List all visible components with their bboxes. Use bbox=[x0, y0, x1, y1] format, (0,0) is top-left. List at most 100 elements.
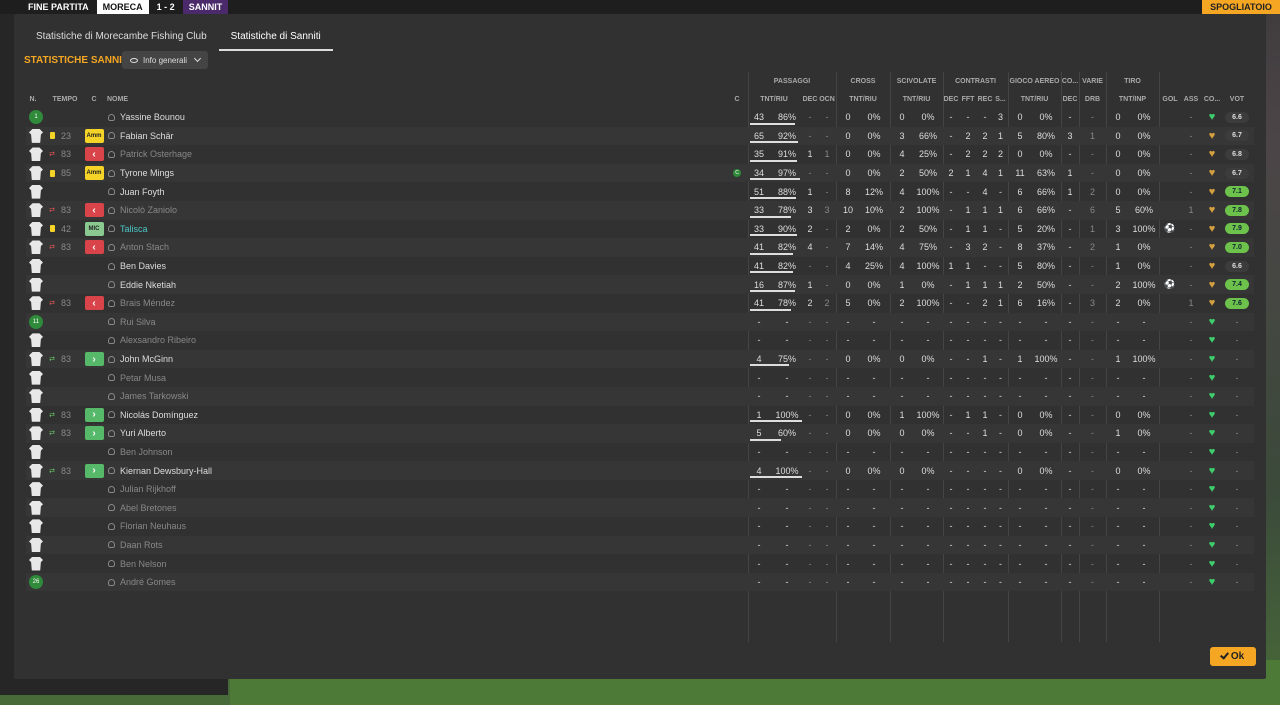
player-name[interactable]: Ben Johnson bbox=[120, 447, 173, 457]
player-row[interactable]: Julian Rijkhoff - - - - - - - - - - - - - - - - - - - ♥ - bbox=[26, 480, 1254, 499]
captain-cell bbox=[730, 406, 744, 425]
col-n[interactable]: N. bbox=[26, 90, 40, 108]
player-name[interactable]: Patrick Osterhage bbox=[120, 149, 192, 159]
player-name[interactable]: Yassine Bounou bbox=[120, 112, 185, 122]
player-row[interactable]: ⇄ 83 › Kiernan Dewsbury-Hall 4 100% - -0 0% 0 0% - -… bbox=[26, 461, 1254, 480]
player-name[interactable]: Talisca bbox=[120, 224, 148, 234]
dressing-room-button[interactable]: SPOGLIATOIO bbox=[1202, 0, 1280, 14]
col-cross-tnt-riu[interactable]: TNT/RIU bbox=[836, 90, 890, 108]
co-dec: 3 bbox=[1067, 130, 1073, 141]
player-name[interactable]: Yuri Alberto bbox=[120, 428, 166, 438]
col-drb[interactable]: DRB bbox=[1079, 90, 1106, 108]
col-vot[interactable]: VOT bbox=[1223, 90, 1251, 108]
tab-away-stats[interactable]: Statistiche di Sanniti bbox=[218, 24, 333, 51]
pass-completion-bar bbox=[750, 438, 782, 441]
player-row[interactable]: Ben Nelson - - - - - - - - - - - - - - - - - - - ♥ - bbox=[26, 554, 1254, 573]
dribbles: 2 bbox=[1089, 242, 1095, 253]
player-name[interactable]: Anton Stach bbox=[120, 242, 169, 252]
col-gol[interactable]: GOL bbox=[1159, 90, 1181, 108]
player-name[interactable]: Nicolò Zaniolo bbox=[120, 205, 177, 215]
col-captain[interactable]: C bbox=[730, 90, 744, 108]
col-aer-tnt-riu[interactable]: TNT/RIU bbox=[1008, 90, 1061, 108]
ok-button[interactable]: Ok bbox=[1210, 647, 1256, 666]
player-row[interactable]: ⇄ 83 ‹ Anton Stach 41 82% 4-7 14% 4 75% -3 2-8 37% -2… bbox=[26, 238, 1254, 257]
con-s: 1 bbox=[997, 205, 1003, 216]
player-name[interactable]: Juan Foyth bbox=[120, 187, 165, 197]
col-co-dec[interactable]: DEC bbox=[1061, 90, 1079, 108]
player-row[interactable]: Alexsandro Ribeiro - - - - - - - - - - - - - - - - - - - ♥ - bbox=[26, 331, 1254, 350]
player-row[interactable]: ⇄ 83 ‹ Patrick Osterhage 35 91% 1 1 0 0% 4 25% -2 2 2 0… bbox=[26, 145, 1254, 164]
tab-home-stats[interactable]: Statistiche di Morecambe Fishing Club bbox=[24, 24, 219, 51]
player-name[interactable]: Ben Davies bbox=[120, 261, 166, 271]
player-name[interactable]: Daan Rots bbox=[120, 540, 163, 550]
cross-attempted: - bbox=[846, 577, 850, 588]
minute-cell: 85 bbox=[60, 168, 71, 179]
player-name[interactable]: Ben Nelson bbox=[120, 559, 167, 569]
player-row[interactable]: Abel Bretones - - - - - - - - - - - - - - - - - - - ♥ - bbox=[26, 498, 1254, 518]
player-row[interactable]: ⇄ 83 › Nicolás Domínguez 1 100% - -0 0% 1 100% -1 1-… bbox=[26, 406, 1254, 425]
player-row[interactable]: 85 Amm Tyrone Mings C 34 97% - -0 0% 2 50% 2 1 4 1 11 63… bbox=[26, 163, 1254, 183]
dribbles: - bbox=[1091, 391, 1094, 402]
player-row[interactable]: 23 Amm Fabian Schär 65 92% - -0 0% 3 66% -2 2 1 5 80% 3… bbox=[26, 126, 1254, 146]
col-con-dec[interactable]: DEC bbox=[943, 90, 959, 108]
col-pass-ocn[interactable]: OCN bbox=[819, 90, 835, 108]
player-row[interactable]: James Tarkowski - - - - - - - - - - - - - - - - - - - ♥ - bbox=[26, 386, 1254, 406]
player-row[interactable]: Petar Musa - - - - - - - - - - - - - - - - - - - ♥ - bbox=[26, 368, 1254, 387]
con-dec: - bbox=[949, 372, 953, 383]
player-row[interactable]: Juan Foyth 51 88% 1-8 12% 4 100% - -4-6 66% 1 2 0 0% -… bbox=[26, 182, 1254, 201]
player-name[interactable]: Florian Neuhaus bbox=[120, 521, 186, 531]
col-con-rec[interactable]: REC bbox=[977, 90, 993, 108]
player-row[interactable]: ⇄ 83 ‹ Brais Méndez 41 78% 2 2 5 0% 2 100% - -2 1 6 16% -… bbox=[26, 294, 1254, 313]
event-icon-cell bbox=[46, 573, 58, 592]
player-name[interactable]: Petar Musa bbox=[120, 373, 166, 383]
substitution-icon: ⇄ bbox=[49, 356, 55, 364]
goals bbox=[1159, 238, 1181, 257]
person-icon bbox=[108, 150, 115, 158]
player-row[interactable]: Ben Johnson - - - - - - - - - - - - - - - - - - - ♥ - bbox=[26, 443, 1254, 462]
player-row[interactable]: 1 Yassine Bounou 43 86% - -0 0% 0 0% - - -3 0 0% - -0 0%… bbox=[26, 108, 1254, 127]
player-name[interactable]: Fabian Schär bbox=[120, 131, 174, 141]
player-row[interactable]: 11 Rui Silva - - - - - - - - - - - - - - - - - - - ♥ - bbox=[26, 312, 1254, 332]
player-name[interactable]: Abel Bretones bbox=[120, 503, 177, 513]
col-tiro-tnt-inp[interactable]: TNT/INP bbox=[1106, 90, 1159, 108]
player-row[interactable]: Eddie Nketiah 16 87% 1-0 0% 1 0% -1 1 1 2 50% - -2 100… bbox=[26, 275, 1254, 294]
player-row[interactable]: 42 MIC Talisca 33 90% 2-2 0% 2 50% -1 1-5 20% -1 3 100… bbox=[26, 220, 1254, 239]
player-row[interactable]: Daan Rots - - - - - - - - - - - - - - - - - - - ♥ - bbox=[26, 535, 1254, 555]
rating-badge: 6.8 bbox=[1225, 148, 1249, 160]
col-ass[interactable]: ASS bbox=[1181, 90, 1201, 108]
player-name[interactable]: André Gomes bbox=[120, 577, 176, 587]
col-nome[interactable]: NOME bbox=[107, 90, 187, 108]
player-row[interactable]: ⇄ 83 › Yuri Alberto 5 60% - -0 0% 0 0% - -1-0 0% - -1 0%… bbox=[26, 424, 1254, 443]
player-row[interactable]: ⇄ 83 › John McGinn 4 75% - -0 0% 0 0% - -1-1 100% - -1 1… bbox=[26, 349, 1254, 369]
player-name[interactable]: James Tarkowski bbox=[120, 391, 188, 401]
col-con-s[interactable]: S... bbox=[993, 90, 1008, 108]
player-name[interactable]: Brais Méndez bbox=[120, 298, 175, 308]
col-c[interactable]: C bbox=[86, 90, 102, 108]
aerial-attempted: - bbox=[1018, 446, 1022, 457]
player-row[interactable]: 26 André Gomes - - - - - - - - - - - - - - - - - - - ♥ - bbox=[26, 572, 1254, 592]
shots: 0 bbox=[1115, 465, 1121, 476]
col-pass-dec[interactable]: DEC bbox=[802, 90, 818, 108]
check-icon bbox=[1219, 650, 1229, 660]
player-name[interactable]: Julian Rijkhoff bbox=[120, 484, 176, 494]
player-name[interactable]: Alexsandro Ribeiro bbox=[120, 335, 196, 345]
position-cell bbox=[84, 443, 104, 462]
col-con-fft[interactable]: FFT bbox=[960, 90, 976, 108]
goals bbox=[1159, 536, 1181, 555]
player-row[interactable]: ⇄ 83 ‹ Nicolò Zaniolo 33 78% 3 3 10 10% 2 100% -1 1 1 6… bbox=[26, 200, 1254, 220]
player-name[interactable]: Nicolás Domínguez bbox=[120, 410, 198, 420]
player-name[interactable]: Tyrone Mings bbox=[120, 168, 174, 178]
player-name[interactable]: Kiernan Dewsbury-Hall bbox=[120, 466, 212, 476]
player-name[interactable]: Eddie Nketiah bbox=[120, 280, 176, 290]
player-name[interactable]: Rui Silva bbox=[120, 317, 156, 327]
col-sciv-tnt-riu[interactable]: TNT/RIU bbox=[890, 90, 943, 108]
player-row[interactable]: Ben Davies 41 82% - -4 25% 4 100% 1 1- -5 80% - -1 0% -… bbox=[26, 257, 1254, 276]
player-row[interactable]: Florian Neuhaus - - - - - - - - - - - - - - - - - - - ♥ - bbox=[26, 517, 1254, 536]
cross-attempted: - bbox=[846, 391, 850, 402]
pass-ocn: - bbox=[825, 335, 829, 346]
col-co2[interactable]: CO... bbox=[1201, 90, 1223, 108]
player-name[interactable]: John McGinn bbox=[120, 354, 173, 364]
col-pass-tnt-riu[interactable]: TNT/RIU bbox=[748, 90, 800, 108]
view-filter-dropdown[interactable]: Info generali bbox=[122, 51, 209, 69]
col-tempo[interactable]: TEMPO bbox=[52, 90, 78, 108]
